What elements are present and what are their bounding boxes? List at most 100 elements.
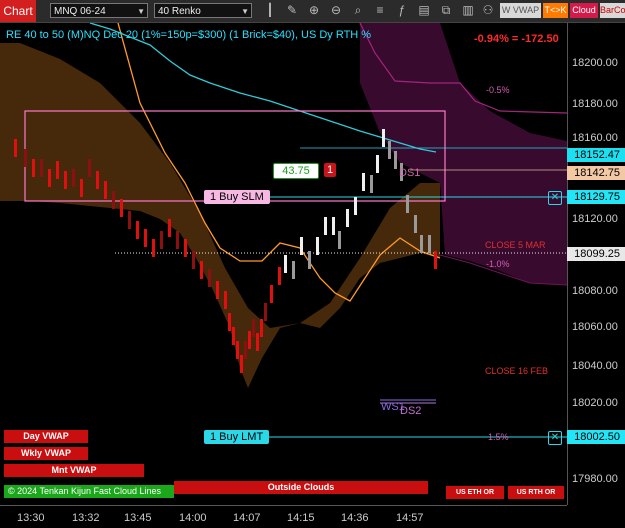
- renko-brick: [256, 333, 259, 351]
- renko-brick: [96, 171, 99, 189]
- renko-brick: [354, 197, 357, 215]
- renko-brick: [248, 331, 251, 349]
- renko-brick: [284, 255, 287, 273]
- cancel-stop-order-button[interactable]: ✕: [548, 191, 562, 205]
- chart-title: RE 40 to 50 (M)NQ Dec 20 (1%=150p=$300) …: [6, 29, 372, 41]
- last-price-tag: 18099.25: [567, 247, 625, 261]
- draw-icon[interactable]: ✎: [284, 2, 300, 19]
- stop-price-tag: 18129.75: [567, 190, 625, 204]
- cancel-limit-order-button[interactable]: ✕: [548, 431, 562, 445]
- target-quantity[interactable]: 1: [324, 163, 336, 177]
- chevron-down-icon: ▼: [137, 7, 145, 16]
- monthly-vwap-button[interactable]: Mnt VWAP: [4, 464, 144, 477]
- tenkan-kijun-lines-button[interactable]: © 2024 Tenkan Kijun Fast Cloud Lines: [4, 485, 174, 498]
- renko-brick: [80, 179, 83, 197]
- time-axis[interactable]: 13:30 13:32 13:45 14:00 14:07 14:15 14:3…: [0, 505, 567, 528]
- price-tick: 18080.00: [572, 285, 618, 297]
- renko-brick: [56, 161, 59, 179]
- time-tick: 14:00: [179, 512, 207, 524]
- zoom-in-icon[interactable]: ⊕: [306, 2, 322, 19]
- renko-brick: [120, 199, 123, 217]
- renko-brick: [270, 285, 273, 303]
- chart-tab-label[interactable]: Chart: [0, 0, 36, 22]
- bar-type-select[interactable]: 40 Renko ▼: [154, 3, 252, 18]
- us-rth-or-button[interactable]: US RTH OR: [508, 486, 564, 499]
- ds2-label: DS2: [400, 405, 422, 417]
- strategy-icon[interactable]: ≡: [372, 2, 388, 19]
- renko-brick: [216, 281, 219, 299]
- renko-brick: [128, 211, 131, 229]
- renko-brick: [192, 251, 195, 269]
- renko-brick: [168, 219, 171, 237]
- level-minus-one: -1.0%: [486, 259, 510, 269]
- weekly-vwap-button[interactable]: W VWAP: [500, 3, 541, 18]
- bar-style-icon[interactable]: ┃: [262, 2, 278, 19]
- renko-brick: [40, 159, 43, 177]
- renko-brick: [388, 141, 391, 159]
- renko-brick: [324, 217, 327, 235]
- renko-brick: [240, 355, 243, 373]
- renko-brick: [338, 231, 341, 249]
- target-price-tag: 18142.75: [567, 166, 625, 180]
- renko-brick: [88, 159, 91, 177]
- renko-brick: [434, 251, 437, 269]
- renko-brick: [176, 231, 179, 249]
- renko-brick: [48, 169, 51, 187]
- renko-brick: [428, 235, 431, 253]
- renko-brick: [362, 173, 365, 191]
- renko-brick: [160, 231, 163, 249]
- time-tick: 13:30: [17, 512, 45, 524]
- renko-brick: [264, 303, 267, 321]
- renko-brick: [24, 149, 27, 167]
- buy-limit-order-label[interactable]: 1 Buy LMT: [204, 430, 270, 444]
- renko-brick: [414, 215, 417, 233]
- renko-brick: [420, 235, 423, 253]
- renko-brick: [406, 195, 409, 213]
- bar-grid-icon[interactable]: ▥: [460, 2, 476, 19]
- day-vwap-button[interactable]: Day VWAP: [4, 430, 88, 443]
- renko-brick: [104, 181, 107, 199]
- us-eth-or-button[interactable]: US ETH OR: [446, 486, 504, 499]
- bar-type-value: 40 Renko: [158, 6, 201, 17]
- indicator-icon[interactable]: ƒ: [394, 2, 410, 19]
- target-profit-value[interactable]: 43.75: [273, 163, 319, 179]
- weekly-vwap-toggle-button[interactable]: Wkly VWAP: [4, 447, 88, 460]
- chart-toolbar: Chart MNQ 06-24 ▼ 40 Renko ▼ ┃ ✎ ⊕ ⊖ ⌕ ≡…: [0, 0, 625, 23]
- renko-brick: [316, 237, 319, 255]
- renko-brick: [200, 261, 203, 279]
- price-tick: 18120.00: [572, 213, 618, 225]
- level-close-mar: CLOSE 5 MAR: [485, 240, 546, 250]
- tenkan-kijun-button[interactable]: T<>K: [543, 3, 568, 18]
- level-minus-half: -0.5%: [486, 85, 510, 95]
- renko-brick: [332, 217, 335, 235]
- price-tick: 18060.00: [572, 321, 618, 333]
- copy-icon[interactable]: ⧉: [438, 2, 454, 19]
- templates-icon[interactable]: ▤: [416, 2, 432, 19]
- renko-brick: [144, 229, 147, 247]
- buy-stop-order-label[interactable]: 1 Buy SLM: [204, 190, 270, 204]
- renko-brick: [292, 261, 295, 279]
- instrument-select[interactable]: MNQ 06-24 ▼: [50, 3, 148, 18]
- instrument-value: MNQ 06-24: [54, 6, 106, 17]
- chart-plot-area[interactable]: RE 40 to 50 (M)NQ Dec 20 (1%=150p=$300) …: [0, 23, 567, 505]
- renko-brick: [208, 269, 211, 287]
- renko-brick: [184, 239, 187, 257]
- renko-brick: [64, 171, 67, 189]
- renko-brick: [136, 221, 139, 239]
- outside-clouds-button[interactable]: Outside Clouds: [174, 481, 428, 494]
- bar-color-button[interactable]: BarCo: [600, 3, 625, 18]
- people-icon[interactable]: ⚇: [480, 2, 496, 19]
- pnl-readout: -0.94% = -172.50: [474, 33, 559, 45]
- chevron-down-icon: ▼: [241, 7, 249, 16]
- tenkan-price-tag: 18152.47: [567, 148, 625, 162]
- renko-brick: [152, 239, 155, 257]
- properties-icon[interactable]: ⌕: [350, 2, 366, 19]
- cloud-button[interactable]: Cloud: [570, 3, 598, 18]
- level-close-feb: CLOSE 16 FEB: [485, 366, 549, 376]
- limit-price-tag: 18002.50: [567, 430, 625, 444]
- time-tick: 14:36: [341, 512, 369, 524]
- zoom-out-icon[interactable]: ⊖: [328, 2, 344, 19]
- renko-brick: [252, 319, 255, 337]
- renko-brick: [244, 341, 247, 359]
- level-one-five: 1.5%: [488, 432, 509, 442]
